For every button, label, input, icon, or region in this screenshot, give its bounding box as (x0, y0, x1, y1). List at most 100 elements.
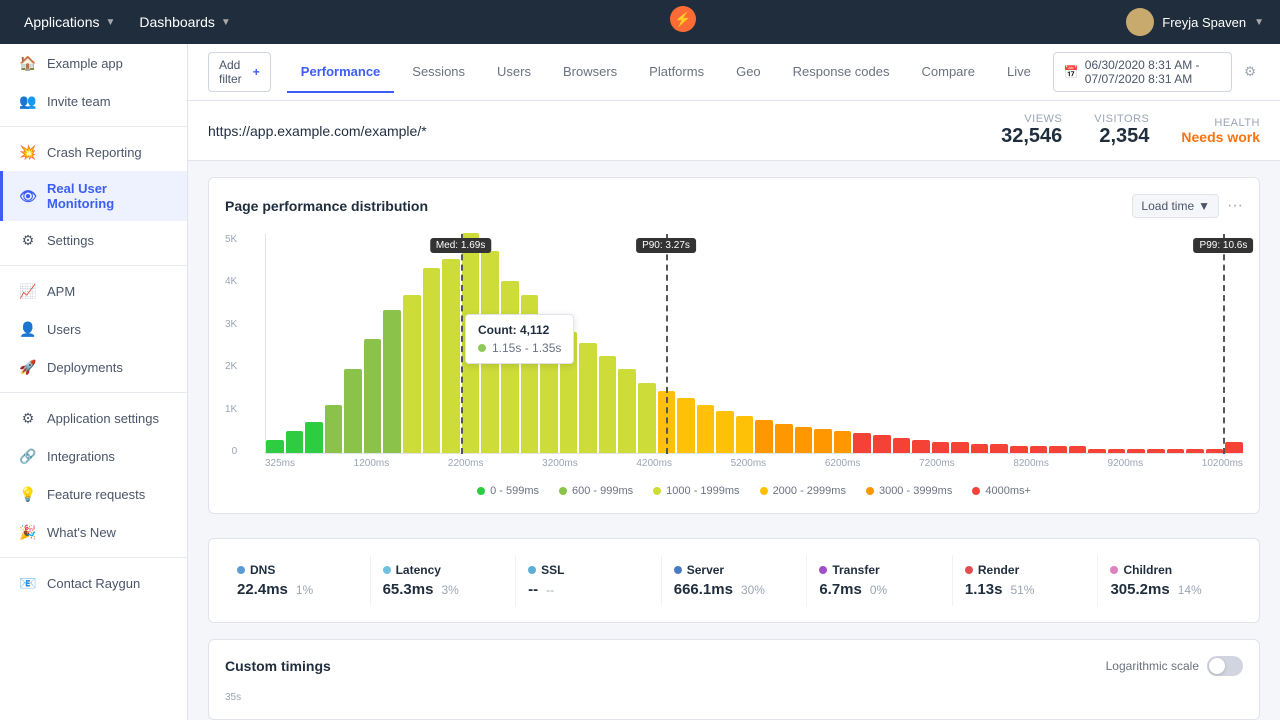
sidebar-item-label: Application settings (47, 411, 159, 426)
chart-bar[interactable] (1147, 449, 1165, 453)
tab-browsers[interactable]: Browsers (549, 52, 631, 93)
chart-bar[interactable] (893, 438, 911, 453)
timing-values: -- -- (528, 581, 649, 598)
sidebar-item-apm[interactable]: 📈 APM (0, 272, 187, 310)
chart-bar[interactable] (677, 398, 695, 453)
chart-bar[interactable] (286, 431, 304, 453)
chart-bar[interactable] (501, 281, 519, 453)
sidebar-divider-4 (0, 557, 187, 558)
sidebar-item-contact[interactable]: 📧 Contact Raygun (0, 564, 187, 602)
chart-bar[interactable] (403, 295, 421, 453)
chart-bar[interactable] (873, 435, 891, 453)
topnav-center: ⚡ (247, 5, 1118, 39)
topnav: Applications ▼ Dashboards ▼ ⚡ Freyja Spa… (0, 0, 1280, 44)
sidebar-item-settings[interactable]: ⚙ Settings (0, 221, 187, 259)
chart-bar[interactable] (1030, 446, 1048, 453)
chart-bar[interactable] (1108, 449, 1126, 453)
chart-bar[interactable] (481, 251, 499, 453)
chart-bar[interactable] (795, 427, 813, 453)
chart-bar[interactable] (775, 424, 793, 453)
user-menu[interactable]: Freyja Spaven ▼ (1126, 8, 1264, 36)
bar-fill (618, 369, 636, 453)
chart-bar[interactable] (1167, 449, 1185, 453)
date-range-picker[interactable]: 📅 06/30/2020 8:31 AM - 07/07/2020 8:31 A… (1053, 52, 1232, 92)
chart-bar[interactable] (697, 405, 715, 453)
chart-bar[interactable] (1225, 442, 1243, 453)
tab-response-codes-label: Response codes (793, 64, 890, 79)
legend-600-999: 600 - 999ms (559, 485, 633, 497)
tab-sessions[interactable]: Sessions (398, 52, 479, 93)
chart-bar[interactable] (834, 431, 852, 453)
chart-bar[interactable] (1049, 446, 1067, 453)
chart-bar[interactable] (638, 383, 656, 453)
tab-platforms[interactable]: Platforms (635, 52, 718, 93)
sidebar-item-rum[interactable]: 👁 Real User Monitoring (0, 171, 187, 221)
sidebar-item-app-settings[interactable]: ⚙ Application settings (0, 399, 187, 437)
tab-users[interactable]: Users (483, 52, 545, 93)
chart-bar[interactable] (971, 444, 989, 453)
log-scale-toggle[interactable] (1207, 656, 1243, 676)
filter-settings-button[interactable]: ⚙ (1240, 60, 1260, 84)
applications-menu[interactable]: Applications ▼ (16, 10, 123, 34)
tab-compare[interactable]: Compare (908, 52, 989, 93)
chart-bar[interactable] (1127, 449, 1145, 453)
chart-bar[interactable] (853, 433, 871, 453)
sidebar-item-crash-reporting[interactable]: 💥 Crash Reporting (0, 133, 187, 171)
chart-bar[interactable] (1010, 446, 1028, 453)
bar-fill (1069, 446, 1087, 453)
sidebar-item-deployments[interactable]: 🚀 Deployments (0, 348, 187, 386)
sidebar-item-label: Invite team (47, 94, 111, 109)
load-time-selector[interactable]: Load time ▼ (1132, 194, 1219, 218)
chart-bar[interactable] (521, 295, 539, 453)
chart-bar[interactable] (618, 369, 636, 453)
chart-bar[interactable] (383, 310, 401, 453)
add-filter-label: Add filter (219, 58, 249, 86)
chart-bar[interactable] (932, 442, 950, 453)
chart-bar[interactable] (305, 422, 323, 453)
timing-label: Server (674, 563, 795, 577)
chart-bar[interactable] (560, 332, 578, 453)
chart-bar[interactable] (423, 268, 441, 453)
chart-bar[interactable] (736, 416, 754, 453)
timing-cell: Latency 65.3ms 3% (371, 555, 517, 606)
sidebar-item-invite-team[interactable]: 👥 Invite team (0, 82, 187, 120)
chart-bar[interactable] (912, 440, 930, 453)
dashboards-menu[interactable]: Dashboards ▼ (131, 10, 238, 34)
sidebar-item-users[interactable]: 👤 Users (0, 310, 187, 348)
chart-bar[interactable] (951, 442, 969, 453)
chart-bar[interactable] (540, 317, 558, 453)
chart-bar[interactable] (814, 429, 832, 453)
chart-bar[interactable] (658, 391, 676, 453)
chart-bar[interactable] (462, 233, 480, 453)
chart-bar[interactable] (1186, 449, 1204, 453)
chart-bar[interactable] (344, 369, 362, 453)
chart-bar[interactable] (1069, 446, 1087, 453)
tab-geo[interactable]: Geo (722, 52, 775, 93)
tab-performance[interactable]: Performance (287, 52, 394, 93)
chart-bar[interactable] (990, 444, 1008, 453)
chart-bar[interactable] (579, 343, 597, 453)
chart-bar[interactable] (442, 259, 460, 453)
chart-bar[interactable] (599, 356, 617, 453)
chart-bar[interactable] (1088, 449, 1106, 453)
tab-response-codes[interactable]: Response codes (779, 52, 904, 93)
tab-live[interactable]: Live (993, 52, 1045, 93)
layout: 🏠 Example app 👥 Invite team 💥 Crash Repo… (0, 44, 1280, 720)
chart-more-button[interactable]: ··· (1227, 197, 1243, 215)
bar-fill (266, 440, 284, 453)
chart-bar[interactable] (755, 420, 773, 453)
chart-bar[interactable] (1206, 449, 1224, 453)
sidebar-item-example-app[interactable]: 🏠 Example app (0, 44, 187, 82)
x-axis: 325ms 1200ms 2200ms 3200ms 4200ms 5200ms… (265, 454, 1243, 473)
sidebar-item-integrations[interactable]: 🔗 Integrations (0, 437, 187, 475)
load-time-chevron-icon: ▼ (1198, 199, 1210, 213)
sidebar-item-whats-new[interactable]: 🎉 What's New (0, 513, 187, 551)
timing-label: SSL (528, 563, 649, 577)
chart-bar[interactable] (364, 339, 382, 453)
sidebar-item-feature-requests[interactable]: 💡 Feature requests (0, 475, 187, 513)
chart-bar[interactable] (266, 440, 284, 453)
custom-chart-y-label: 35s (225, 688, 1243, 703)
chart-bar[interactable] (716, 411, 734, 453)
chart-bar[interactable] (325, 405, 343, 453)
add-filter-button[interactable]: Add filter + (208, 52, 271, 92)
